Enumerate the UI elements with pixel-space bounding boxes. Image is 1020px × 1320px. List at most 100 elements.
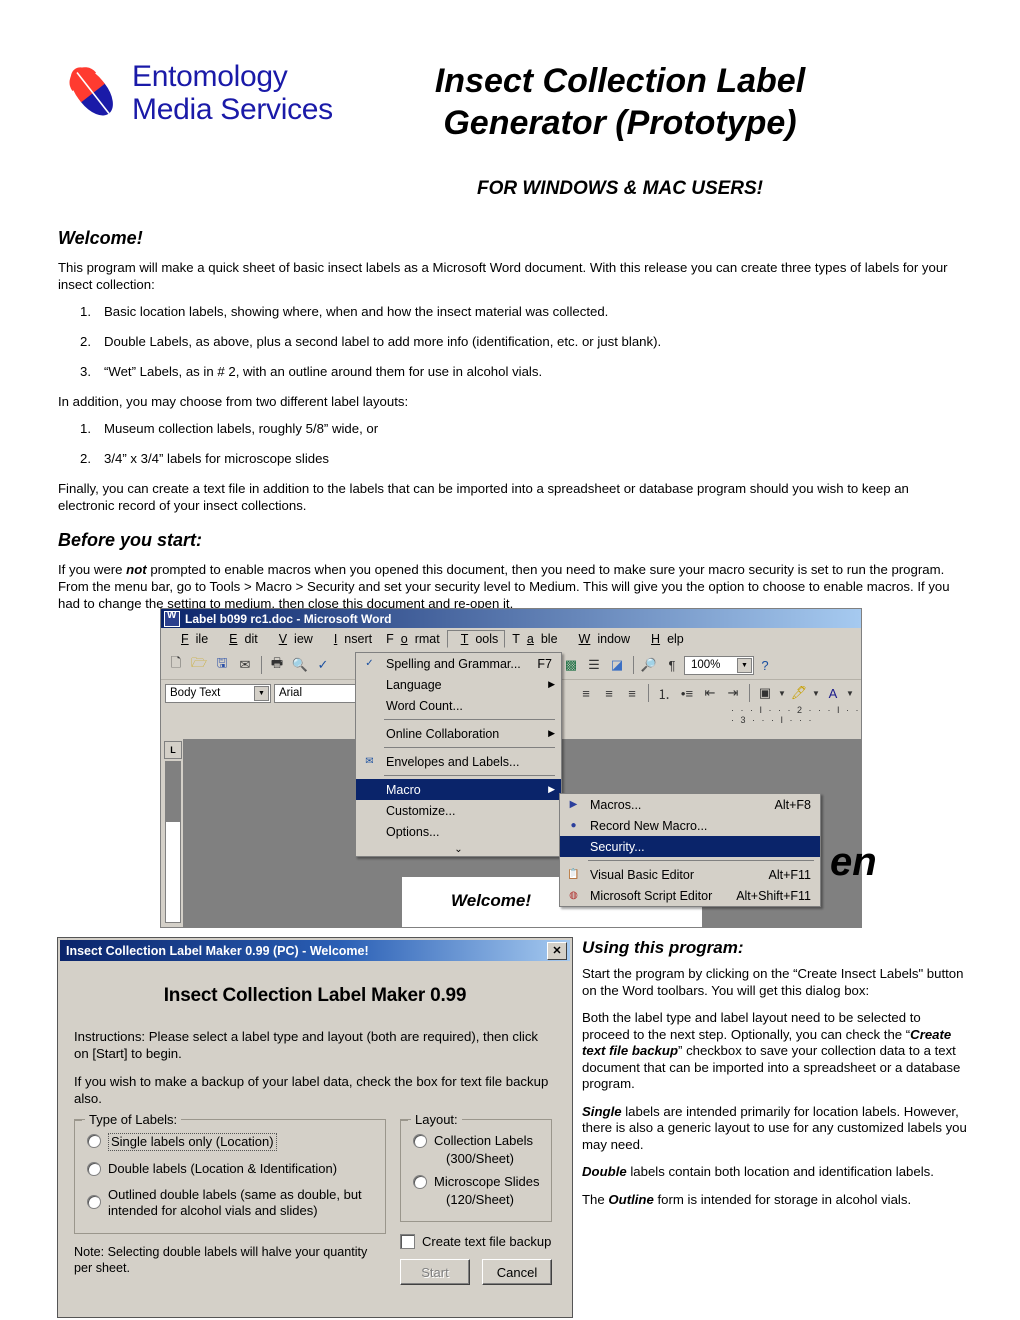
create-text-file-backup-checkbox[interactable]: Create text file backup — [400, 1234, 552, 1249]
columns-icon[interactable]: ☰ — [583, 655, 605, 676]
menu-item-online-collaboration[interactable]: Online Collaboration ▶ — [356, 723, 561, 744]
dialog-instructions-1: Instructions: Please select a label type… — [74, 1029, 539, 1061]
macro-submenu[interactable]: ▶ Macros... Alt+F8 ● Record New Macro...… — [559, 793, 821, 907]
ruler-marks: · · · I · · · 2 · · · I · · · 3 · · · I … — [731, 704, 861, 725]
zoom-value: 100% — [691, 659, 721, 671]
chevron-down-icon[interactable]: ▼ — [254, 685, 269, 701]
radio-icon[interactable] — [87, 1134, 101, 1148]
menu-item-accel: Alt+F8 — [774, 797, 811, 812]
menu-item-envelopes-and-labels[interactable]: ✉ Envelopes and Labels... — [356, 751, 561, 772]
mail-icon[interactable]: ✉ — [234, 655, 256, 676]
radio-collection-labels[interactable]: Collection Labels — [411, 1133, 541, 1149]
tab-selector-icon[interactable]: L — [164, 741, 182, 759]
list-item-label: Museum collection labels, roughly 5/8” w… — [104, 421, 379, 436]
submenu-arrow-icon: ▶ — [548, 728, 555, 738]
tools-dropdown-menu[interactable]: ✓ Spelling and Grammar... F7 Language ▶ … — [355, 652, 562, 857]
radio-icon[interactable] — [413, 1175, 427, 1189]
radio-outlined-double-labels[interactable]: Outlined double labels (same as double, … — [85, 1187, 375, 1219]
chevron-down-icon[interactable]: ▼ — [737, 657, 752, 673]
menu-insert[interactable]: Insert — [320, 630, 379, 648]
menu-item-spelling[interactable]: ✓ Spelling and Grammar... F7 — [356, 653, 561, 674]
menu-item-microsoft-script-editor[interactable]: ◍ Microsoft Script Editor Alt+Shift+F11 — [560, 885, 820, 906]
menu-item-customize[interactable]: Customize... — [356, 800, 561, 821]
radio-icon[interactable] — [87, 1195, 101, 1209]
welcome-intro: This program will make a quick sheet of … — [58, 260, 948, 292]
dialog-title-text: Insect Collection Label Maker 0.99 (PC) … — [66, 943, 369, 958]
save-icon[interactable]: 🖫 — [211, 655, 233, 676]
menu-table[interactable]: Ta ble — [505, 630, 564, 648]
menu-item-word-count[interactable]: Word Count... — [356, 695, 561, 716]
menu-file[interactable]: File — [167, 630, 215, 648]
borders-icon[interactable]: ▣ — [754, 683, 776, 704]
radio-single-labels[interactable]: Single labels only (Location) — [85, 1133, 375, 1151]
decrease-indent-icon[interactable]: ⇤ — [699, 683, 721, 704]
welcome-heading: Welcome! — [58, 228, 143, 248]
document-map-icon[interactable]: 🔎 — [638, 655, 660, 676]
list-item-label: Basic location labels, showing where, wh… — [104, 304, 609, 319]
toolbar-separator — [261, 656, 262, 674]
increase-indent-icon[interactable]: ⇥ — [722, 683, 744, 704]
start-button[interactable]: Start — [400, 1259, 470, 1285]
radio-double-labels[interactable]: Double labels (Location & Identification… — [85, 1161, 375, 1177]
before-text-emphasis: not — [126, 562, 147, 577]
microscope-slides-count: (120/Sheet) — [446, 1192, 514, 1207]
document-overflow-text: en — [830, 840, 877, 884]
chevron-down-icon[interactable]: ▼ — [777, 683, 787, 704]
expand-menu-chevron-icon[interactable]: ⌄ — [356, 842, 561, 856]
align-right-icon[interactable]: ≡ — [598, 683, 620, 704]
dialog-heading: Insect Collection Label Maker 0.99 — [163, 985, 467, 1006]
radio-microscope-slides[interactable]: Microscope Slides — [411, 1174, 541, 1190]
menu-window[interactable]: Window — [565, 630, 637, 648]
font-color-icon[interactable]: A — [822, 683, 844, 704]
checkbox-icon[interactable] — [400, 1234, 415, 1249]
menu-help[interactable]: Help — [637, 630, 691, 648]
zoom-combo[interactable]: 100% ▼ — [684, 655, 754, 675]
numbered-list-icon[interactable]: ⒈ — [653, 683, 675, 704]
word-menu-bar[interactable]: File Edit View Insert Fo rmat Tools Ta ble… — [161, 628, 861, 651]
cancel-button[interactable]: Cancel — [482, 1259, 552, 1285]
print-icon[interactable]: 🖶 — [266, 655, 288, 676]
menu-format[interactable]: Fo rmat — [379, 630, 447, 648]
layout-legend: Layout: — [411, 1112, 462, 1127]
menu-item-label: Language — [386, 677, 442, 692]
menu-item-macros[interactable]: ▶ Macros... Alt+F8 — [560, 794, 820, 815]
menu-item-label: Record New Macro... — [590, 818, 708, 833]
drawing-icon[interactable]: ◪ — [606, 655, 628, 676]
menu-item-options[interactable]: Options... — [356, 821, 561, 842]
insert-excel-icon[interactable]: ▩ — [560, 655, 582, 676]
chevron-down-icon[interactable]: ▼ — [811, 683, 821, 704]
close-icon[interactable]: ✕ — [547, 941, 567, 960]
help-icon[interactable]: ? — [754, 655, 776, 676]
menu-view[interactable]: View — [265, 630, 320, 648]
menu-tools[interactable]: Tools — [446, 630, 506, 648]
checkbox-label: Create text file backup — [422, 1234, 552, 1249]
align-center-icon[interactable]: ≡ — [575, 683, 597, 704]
radio-icon[interactable] — [413, 1134, 427, 1148]
using-p4-emphasis: Double — [582, 1164, 627, 1179]
radio-icon[interactable] — [87, 1162, 101, 1176]
print-preview-icon[interactable]: 🔍 — [289, 655, 311, 676]
chevron-down-icon[interactable]: ▼ — [845, 683, 855, 704]
using-p4-b: labels contain both location and identif… — [626, 1164, 934, 1179]
toolbar-separator — [648, 684, 649, 702]
bulleted-list-icon[interactable]: •≡ — [676, 683, 698, 704]
new-document-icon[interactable]: 🗋 — [165, 655, 187, 676]
menu-item-record-new-macro[interactable]: ● Record New Macro... — [560, 815, 820, 836]
justify-icon[interactable]: ≡ — [621, 683, 643, 704]
show-formatting-icon[interactable]: ¶ — [661, 655, 683, 676]
highlight-icon[interactable]: 🖊 — [788, 683, 810, 704]
document-welcome-text: Welcome! — [451, 891, 531, 910]
style-combo[interactable]: Body Text ▼ — [165, 683, 271, 703]
using-p2-a: Both the label type and label layout nee… — [582, 1010, 921, 1042]
menu-item-macro[interactable]: Macro ▶ — [356, 779, 561, 800]
list-item: 1. Museum collection labels, roughly 5/8”… — [58, 420, 966, 437]
menu-item-label: Customize... — [386, 803, 456, 818]
menu-item-language[interactable]: Language ▶ — [356, 674, 561, 695]
menu-edit[interactable]: Edit — [215, 630, 265, 648]
menu-item-security[interactable]: Security... — [560, 836, 820, 857]
menu-item-visual-basic-editor[interactable]: 📋 Visual Basic Editor Alt+F11 — [560, 864, 820, 885]
layouts-intro: In addition, you may choose from two dif… — [58, 394, 409, 409]
using-paragraph-3: Single labels are intended primarily for… — [582, 1104, 968, 1154]
spelling-icon[interactable]: ✓ — [312, 655, 334, 676]
open-icon[interactable]: 🗁 — [188, 655, 210, 676]
